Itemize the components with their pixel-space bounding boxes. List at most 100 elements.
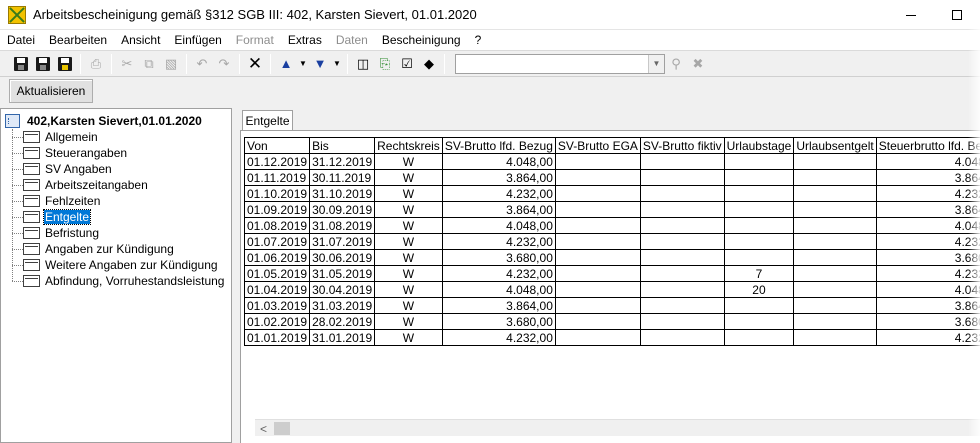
table-cell[interactable] [554, 249, 641, 266]
table-cell[interactable] [639, 169, 725, 186]
table-cell[interactable]: 7 [723, 265, 795, 282]
table-cell[interactable] [554, 313, 641, 330]
table-cell[interactable]: 01.10.2019 [244, 185, 311, 202]
undo-button[interactable]: ↶ [191, 53, 213, 75]
tree-item[interactable]: Befristung [12, 225, 100, 241]
save-button[interactable] [10, 53, 32, 75]
table-cell[interactable]: W [374, 313, 443, 330]
table-cell[interactable]: 4.232,00 [441, 329, 556, 346]
table-cell[interactable]: 3.680,00 [875, 249, 980, 266]
move-down-dropdown[interactable]: ▼ [331, 53, 343, 75]
tree-item[interactable]: Weitere Angaben zur Kündigung [12, 257, 219, 273]
scroll-left-icon[interactable]: < [255, 420, 272, 437]
menu-item-format[interactable]: Format [229, 30, 281, 50]
table-cell[interactable] [793, 153, 877, 170]
table-cell[interactable] [639, 313, 725, 330]
checklist-button[interactable]: ☑ [396, 53, 418, 75]
table-cell[interactable] [554, 217, 641, 234]
column-header[interactable]: Rechtskreis [374, 137, 443, 154]
table-cell[interactable] [793, 297, 877, 314]
search-button[interactable]: ⚲ [665, 53, 687, 75]
delete-button[interactable]: ✕ [244, 53, 266, 75]
tree-item[interactable]: Steuerangaben [12, 145, 128, 161]
paste-button[interactable]: ▧ [160, 53, 182, 75]
table-cell[interactable] [554, 185, 641, 202]
table-cell[interactable]: W [374, 201, 443, 218]
table-cell[interactable] [723, 201, 795, 218]
table-cell[interactable] [723, 169, 795, 186]
table-cell[interactable]: 30.06.2019 [309, 249, 376, 266]
table-cell[interactable] [793, 281, 877, 298]
table-cell[interactable] [723, 329, 795, 346]
table-cell[interactable] [554, 153, 641, 170]
table-cell[interactable] [639, 265, 725, 282]
table-cell[interactable]: W [374, 281, 443, 298]
table-cell[interactable] [793, 201, 877, 218]
export-button[interactable]: ⎘ [374, 53, 396, 75]
table-cell[interactable]: 4.232,00 [441, 185, 556, 202]
table-cell[interactable] [723, 233, 795, 250]
table-cell[interactable]: 31.03.2019 [309, 297, 376, 314]
table-cell[interactable]: W [374, 233, 443, 250]
minimize-button[interactable] [888, 0, 934, 30]
menu-item-ansicht[interactable]: Ansicht [114, 30, 167, 50]
menu-item-bearbeiten[interactable]: Bearbeiten [42, 30, 114, 50]
table-cell[interactable]: 4.048,00 [875, 281, 980, 298]
table-cell[interactable]: W [374, 169, 443, 186]
table-cell[interactable]: 3.864,00 [875, 169, 980, 186]
table-cell[interactable] [554, 297, 641, 314]
table-cell[interactable]: W [374, 249, 443, 266]
table-cell[interactable]: 4.048,00 [441, 217, 556, 234]
table-cell[interactable] [793, 249, 877, 266]
table-cell[interactable]: 3.680,00 [441, 313, 556, 330]
table-cell[interactable]: 3.864,00 [441, 297, 556, 314]
table-cell[interactable] [639, 201, 725, 218]
table-cell[interactable] [793, 233, 877, 250]
table-cell[interactable] [554, 169, 641, 186]
table-cell[interactable]: 4.232,00 [875, 185, 980, 202]
table-cell[interactable]: 3.864,00 [441, 169, 556, 186]
table-cell[interactable]: 4.048,00 [875, 153, 980, 170]
table-cell[interactable]: 28.02.2019 [309, 313, 376, 330]
table-cell[interactable]: W [374, 297, 443, 314]
column-header[interactable]: SV-Brutto EGA [554, 137, 641, 154]
table-cell[interactable]: 31.07.2019 [309, 233, 376, 250]
table-cell[interactable]: W [374, 329, 443, 346]
column-header[interactable]: Steuerbrutto lfd. Bezug [875, 137, 980, 154]
table-cell[interactable]: W [374, 153, 443, 170]
table-cell[interactable]: 31.08.2019 [309, 217, 376, 234]
column-header[interactable]: Urlaubsentgelt [793, 137, 877, 154]
table-cell[interactable]: 01.04.2019 [244, 281, 311, 298]
table-cell[interactable] [639, 153, 725, 170]
tab-entgelte[interactable]: Entgelte [242, 110, 293, 131]
table-cell[interactable]: 4.232,00 [875, 233, 980, 250]
move-up-dropdown[interactable]: ▼ [297, 53, 309, 75]
move-up-button[interactable]: ▲ [275, 53, 297, 75]
horizontal-scrollbar[interactable]: < [255, 419, 980, 436]
column-header[interactable]: SV-Brutto fiktiv [639, 137, 725, 154]
table-cell[interactable]: 3.864,00 [441, 201, 556, 218]
table-cell[interactable]: 20 [723, 281, 795, 298]
table-cell[interactable]: 30.11.2019 [309, 169, 376, 186]
refresh-button[interactable]: Aktualisieren [9, 79, 93, 103]
table-cell[interactable] [793, 169, 877, 186]
table-cell[interactable] [639, 329, 725, 346]
table-cell[interactable]: 01.09.2019 [244, 201, 311, 218]
table-cell[interactable] [723, 217, 795, 234]
print-button[interactable]: ⎙ [85, 53, 107, 75]
cut-button[interactable]: ✂ [116, 53, 138, 75]
table-cell[interactable]: 31.10.2019 [309, 185, 376, 202]
maximize-button[interactable] [934, 0, 980, 30]
table-cell[interactable]: 3.680,00 [875, 313, 980, 330]
table-cell[interactable]: W [374, 265, 443, 282]
table-cell[interactable] [639, 297, 725, 314]
menu-item-datei[interactable]: Datei [0, 30, 42, 50]
table-cell[interactable]: W [374, 217, 443, 234]
table-cell[interactable]: 01.01.2019 [244, 329, 311, 346]
table-cell[interactable] [723, 153, 795, 170]
table-cell[interactable]: 01.07.2019 [244, 233, 311, 250]
tree-item[interactable]: Arbeitszeitangaben [12, 177, 149, 193]
tree-item[interactable]: Fehlzeiten [12, 193, 101, 209]
chevron-down-icon[interactable]: ▼ [648, 54, 664, 73]
redo-button[interactable]: ↷ [213, 53, 235, 75]
